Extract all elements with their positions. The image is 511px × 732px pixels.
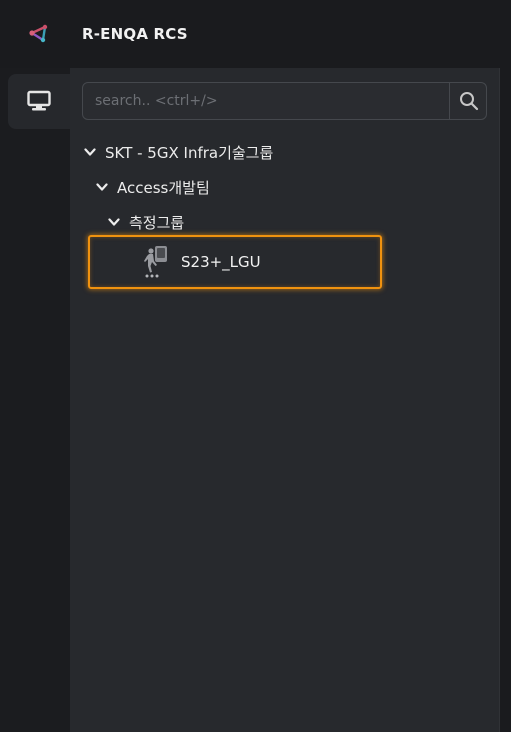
chevron-down-icon[interactable] [108, 216, 120, 228]
search-input[interactable] [83, 83, 449, 119]
device-label: S23+_LGU [181, 253, 261, 271]
tree-device-item[interactable]: S23+_LGU [142, 244, 261, 280]
app-header: R-ENQA RCS [0, 0, 511, 68]
share-node-icon[interactable] [28, 22, 50, 44]
chevron-down-icon[interactable] [96, 181, 108, 193]
search-icon [460, 92, 479, 111]
tree-node-label: SKT - 5GX Infra기술그룹 [105, 143, 274, 162]
panel-scrollbar[interactable] [499, 68, 511, 732]
tree-panel [70, 68, 499, 732]
tree-node-label: 측정그룹 [129, 213, 185, 232]
app-title: R-ENQA RCS [82, 25, 188, 43]
walking-device-icon [144, 246, 167, 278]
tree-node-group[interactable]: SKT - 5GX Infra기술그룹 [84, 139, 273, 165]
search-button[interactable] [449, 83, 486, 119]
search-box [82, 82, 487, 120]
tree-node-label: Access개발팀 [117, 178, 210, 197]
chevron-down-icon[interactable] [84, 146, 96, 158]
nav-item-monitor[interactable] [8, 74, 70, 129]
monitor-icon [27, 90, 51, 111]
tree-node-team[interactable]: Access개발팀 [96, 174, 210, 200]
tree-node-measure-group[interactable]: 측정그룹 [108, 209, 184, 235]
left-nav-rail [0, 68, 70, 732]
